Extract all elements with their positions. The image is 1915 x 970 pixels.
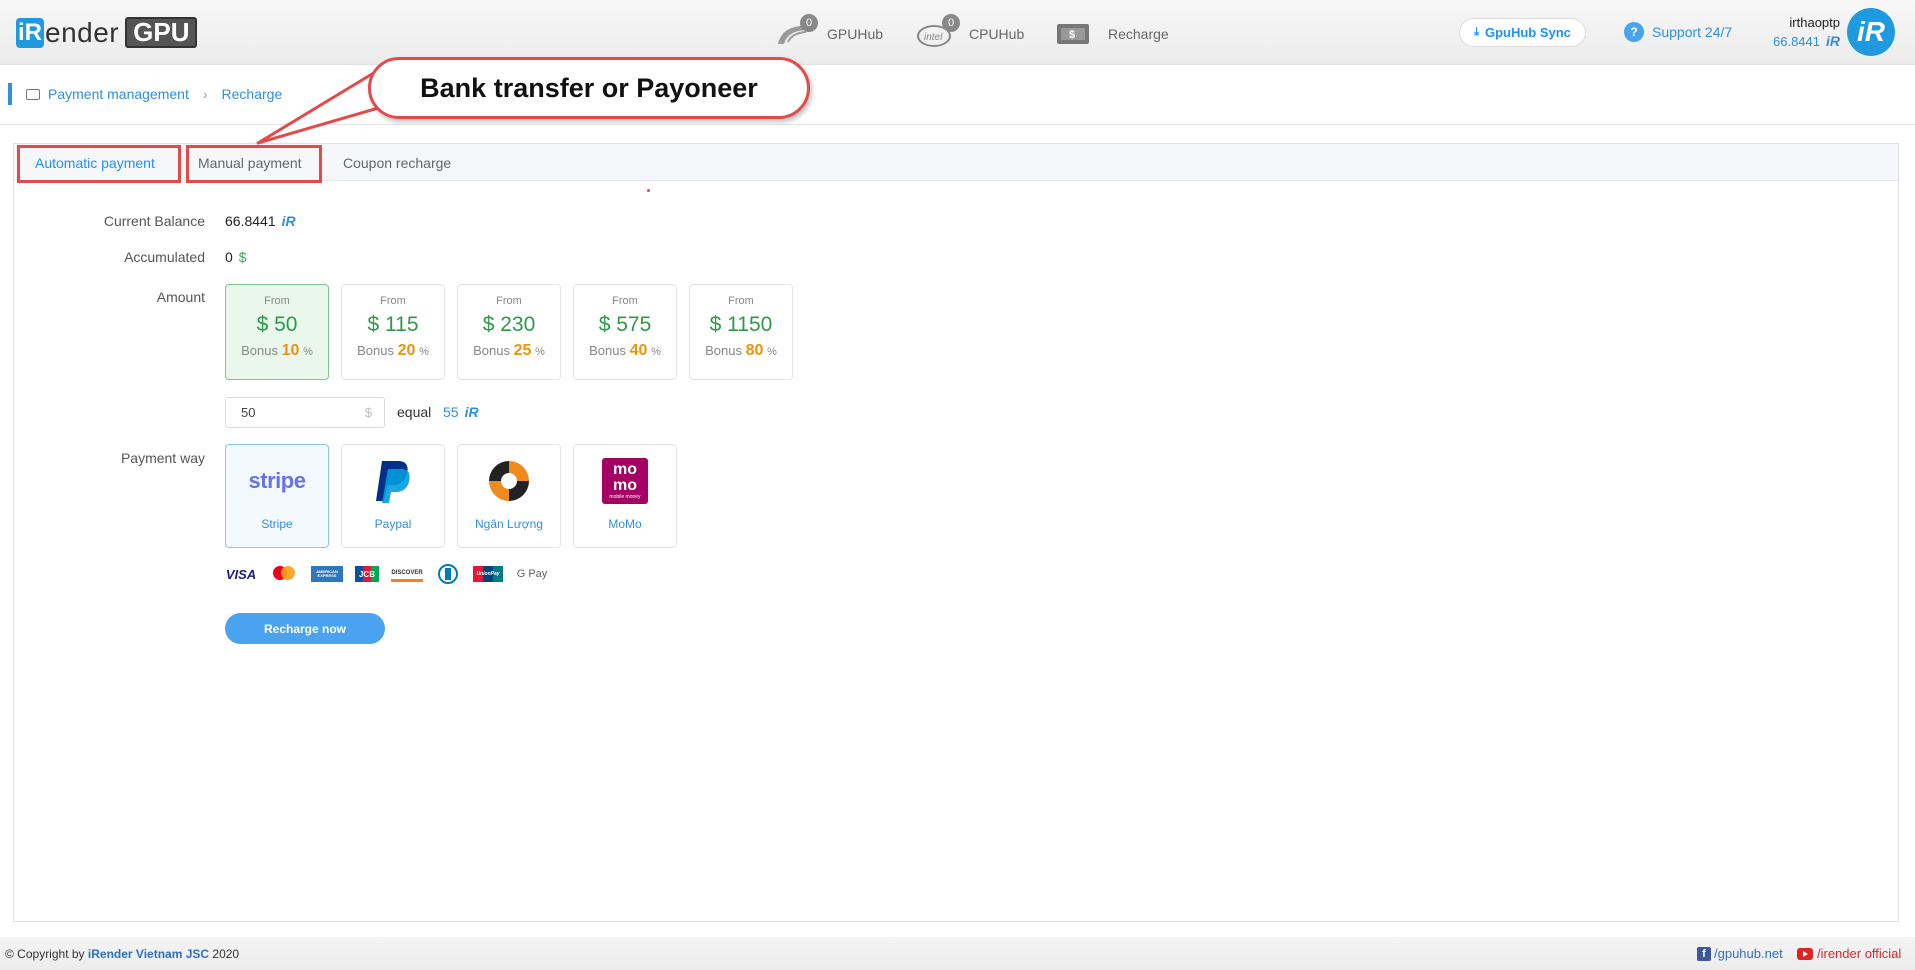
payment-name: Stripe	[261, 517, 293, 531]
nav-cpuhub[interactable]: intel 0 CPUHub	[916, 14, 1024, 54]
equal-label: equal	[397, 404, 432, 420]
support-chat-icon: ?	[1624, 22, 1644, 42]
jcb-icon: JCB	[355, 566, 379, 582]
nav-recharge-label: Recharge	[1108, 26, 1169, 42]
svg-text:intel: intel	[924, 32, 943, 43]
ir-coin-icon: iR	[281, 213, 296, 229]
cpuhub-count-badge: 0	[942, 14, 960, 32]
copyright: © Copyright by iRender Vietnam JSC 2020	[5, 947, 240, 961]
marker-dot	[647, 189, 650, 192]
amount-label: Amount	[156, 289, 205, 305]
payment-way-label: Payment way	[120, 450, 205, 466]
gpuhub-count-badge: 0	[800, 14, 818, 32]
automatic-payment-highlight	[17, 145, 181, 183]
amount-price: $ 575	[598, 313, 652, 336]
amount-price: $ 50	[256, 313, 298, 336]
ir-coin-icon: iR	[464, 404, 479, 420]
payment-stripe[interactable]: stripe Stripe	[225, 444, 329, 548]
ir-coin-icon: iR	[1826, 33, 1840, 49]
avatar[interactable]: iR	[1847, 8, 1895, 56]
facebook-link[interactable]: f /gpuhub.net	[1697, 946, 1783, 961]
logo-gpu-badge: GPU	[125, 17, 198, 48]
amount-option-575[interactable]: From $ 575 Bonus 40 %	[573, 284, 677, 380]
discover-icon: DISCOVER	[391, 566, 423, 582]
divider	[0, 124, 1915, 125]
amount-option-50[interactable]: From $ 50 Bonus 10 %	[225, 284, 329, 380]
visa-icon: VISA	[225, 566, 257, 582]
user-info[interactable]: irthaoptp 66.8441 iR	[1760, 15, 1840, 49]
irender-logo[interactable]: iR ender GPU	[16, 16, 198, 49]
breadcrumb: Payment management › Recharge	[8, 83, 282, 105]
dollar-icon: $	[364, 405, 372, 420]
nav-cpuhub-label: CPUHub	[969, 26, 1025, 42]
amount-bonus: Bonus 40 %	[589, 342, 661, 359]
youtube-icon	[1797, 947, 1813, 960]
support-label: Support 24/7	[1652, 24, 1733, 40]
gpu-card-icon: 0	[774, 14, 818, 48]
amount-bonus: Bonus 80 %	[705, 342, 777, 359]
amount-input-value: 50	[241, 405, 256, 420]
amount-option-115[interactable]: From $ 115 Bonus 20 %	[341, 284, 445, 380]
unionpay-icon: UnionPay	[473, 566, 503, 582]
tab-coupon-recharge[interactable]: Coupon recharge	[343, 144, 451, 181]
nav-gpuhub-label: GPUHub	[827, 26, 884, 42]
mastercard-icon	[269, 566, 299, 582]
username: irthaoptp	[1789, 15, 1840, 30]
accumulated-value: 0 $	[225, 249, 247, 265]
stripe-logo: stripe	[248, 468, 306, 493]
amount-price: $ 1150	[709, 313, 773, 336]
nav-gpuhub[interactable]: 0 GPUHub	[774, 14, 883, 54]
download-icon: ⤓	[1474, 26, 1479, 38]
user-balance: 66.8441 iR	[1773, 33, 1840, 49]
top-header: iR ender GPU 0 GPUHub intel 0 CPUHub $ R…	[0, 0, 1915, 65]
payment-momo[interactable]: mo mo mobile money MoMo	[573, 444, 677, 548]
nav-recharge[interactable]: $ Recharge	[1055, 14, 1169, 54]
amount-price: $ 115	[367, 313, 419, 336]
recharge-now-button[interactable]: Recharge now	[225, 613, 385, 644]
chevron-right-icon: ›	[202, 86, 208, 102]
amount-bonus: Bonus 10 %	[241, 342, 313, 359]
gpuhub-sync-label: GpuHub Sync	[1484, 25, 1571, 40]
amount-price: $ 230	[482, 313, 536, 336]
current-balance-value: 66.8441 iR	[225, 213, 296, 229]
payment-nganluong[interactable]: Ngân Lượng	[457, 444, 561, 548]
payment-paypal[interactable]: Paypal	[341, 444, 445, 548]
logo-ir-mark: iR	[16, 17, 44, 48]
intel-chip-icon: intel 0	[916, 14, 960, 48]
logo-ender-text: ender	[45, 16, 120, 48]
amount-bonus: Bonus 25 %	[473, 342, 545, 359]
payment-name: MoMo	[608, 517, 642, 531]
current-balance-label: Current Balance	[103, 213, 205, 229]
amount-bonus: Bonus 20 %	[357, 342, 429, 359]
facebook-icon: f	[1697, 946, 1711, 961]
folder-icon	[26, 88, 40, 100]
svg-text:$: $	[1069, 29, 1075, 41]
company-link[interactable]: iRender Vietnam JSC	[88, 947, 209, 961]
amount-option-230[interactable]: From $ 230 Bonus 25 %	[457, 284, 561, 380]
gpuhub-sync-button[interactable]: ⤓ GpuHub Sync	[1459, 18, 1586, 47]
breadcrumb-payment-management[interactable]: Payment management	[48, 86, 189, 102]
amount-option-1150[interactable]: From $ 1150 Bonus 80 %	[689, 284, 793, 380]
equal-value: 55 iR	[443, 404, 479, 420]
breadcrumb-recharge[interactable]: Recharge	[222, 86, 283, 102]
momo-logo: mo mo mobile money	[602, 458, 648, 504]
nganluong-icon	[458, 445, 560, 517]
paypal-icon	[342, 445, 444, 517]
footer: © Copyright by iRender Vietnam JSC 2020 …	[0, 937, 1915, 970]
breadcrumb-accent-bar	[8, 83, 12, 105]
card-brands: VISA AMERICAN EXPRESS JCB DISCOVER Union…	[225, 564, 561, 584]
bank-transfer-callout: Bank transfer or Payoneer	[368, 57, 810, 119]
payment-name: Paypal	[374, 517, 412, 531]
diners-club-icon	[435, 564, 461, 584]
money-icon: $	[1055, 20, 1093, 48]
manual-payment-highlight	[186, 145, 322, 183]
accumulated-label: Accumulated	[124, 249, 205, 265]
support-link[interactable]: ? Support 24/7	[1624, 22, 1732, 42]
amex-icon: AMERICAN EXPRESS	[311, 566, 343, 582]
youtube-link[interactable]: /irender official	[1797, 946, 1901, 961]
amount-input[interactable]: 50 $	[225, 397, 385, 428]
google-pay-icon: G Pay	[516, 568, 548, 580]
dollar-icon: $	[238, 249, 247, 265]
payment-name: Ngân Lượng	[475, 517, 543, 531]
